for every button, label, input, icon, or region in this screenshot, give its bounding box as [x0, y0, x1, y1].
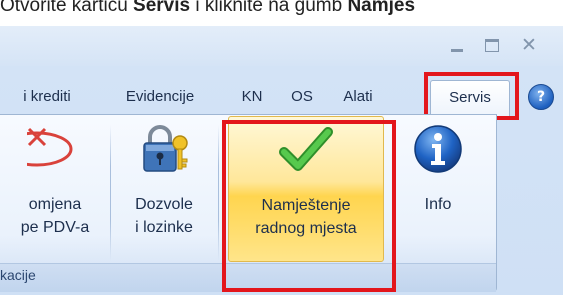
- tab-kn[interactable]: KN: [234, 80, 270, 114]
- instruction-tab-name: Servis: [133, 0, 191, 16]
- ribbon-group-footer: kacije: [0, 263, 496, 292]
- ribbon-group-label: kacije: [0, 267, 36, 283]
- maximize-icon: [485, 38, 499, 52]
- permissions-passwords-button[interactable]: Dozvole i lozinke: [114, 115, 214, 263]
- close-button[interactable]: ✕: [512, 32, 546, 58]
- info-icon: [410, 123, 466, 175]
- change-vat-button[interactable]: omjena pe PDV-a: [0, 115, 110, 263]
- ribbon-tabs: i krediti Evidencije KN OS Alati Servis: [0, 80, 563, 116]
- info-button[interactable]: Info: [392, 115, 484, 263]
- minimize-icon: [451, 48, 463, 52]
- ribbon-panel: omjena pe PDV-a Dozvole i lozinke Namješ…: [0, 114, 497, 292]
- change-vat-label: omjena pe PDV-a: [20, 196, 90, 236]
- tab-alati[interactable]: Alati: [334, 80, 382, 114]
- maximize-button[interactable]: [475, 32, 509, 58]
- tab-krediti[interactable]: i krediti: [4, 80, 90, 114]
- ribbon-separator: [110, 125, 111, 261]
- workstation-setup-label: Namještenje radnog mjesta: [255, 197, 357, 237]
- change-vat-icon: [1, 123, 83, 175]
- instruction-prefix: Otvorite karticu: [0, 0, 134, 16]
- help-icon[interactable]: ?: [528, 84, 554, 110]
- info-label: Info: [424, 196, 452, 213]
- close-icon: ✕: [521, 34, 537, 56]
- tab-servis[interactable]: Servis: [430, 80, 510, 116]
- ribbon-separator: [218, 125, 219, 261]
- tab-os[interactable]: OS: [282, 80, 322, 114]
- checkmark-icon: [278, 124, 334, 176]
- instruction-text: Otvorite karticu Servis i kliknite na gu…: [0, 0, 563, 24]
- workstation-setup-button[interactable]: Namještenje radnog mjesta: [228, 116, 384, 262]
- permissions-passwords-label: Dozvole i lozinke: [135, 196, 193, 236]
- padlock-key-icon: [136, 123, 192, 175]
- minimize-button[interactable]: [440, 32, 474, 58]
- instruction-button-name: Namješ: [347, 0, 416, 16]
- title-bar: ✕: [0, 26, 563, 66]
- instruction-middle: i kliknite na gumb: [190, 0, 348, 16]
- application-window: ✕ i krediti Evidencije KN OS Alati Servi…: [0, 26, 563, 295]
- tab-evidencije[interactable]: Evidencije: [104, 80, 216, 114]
